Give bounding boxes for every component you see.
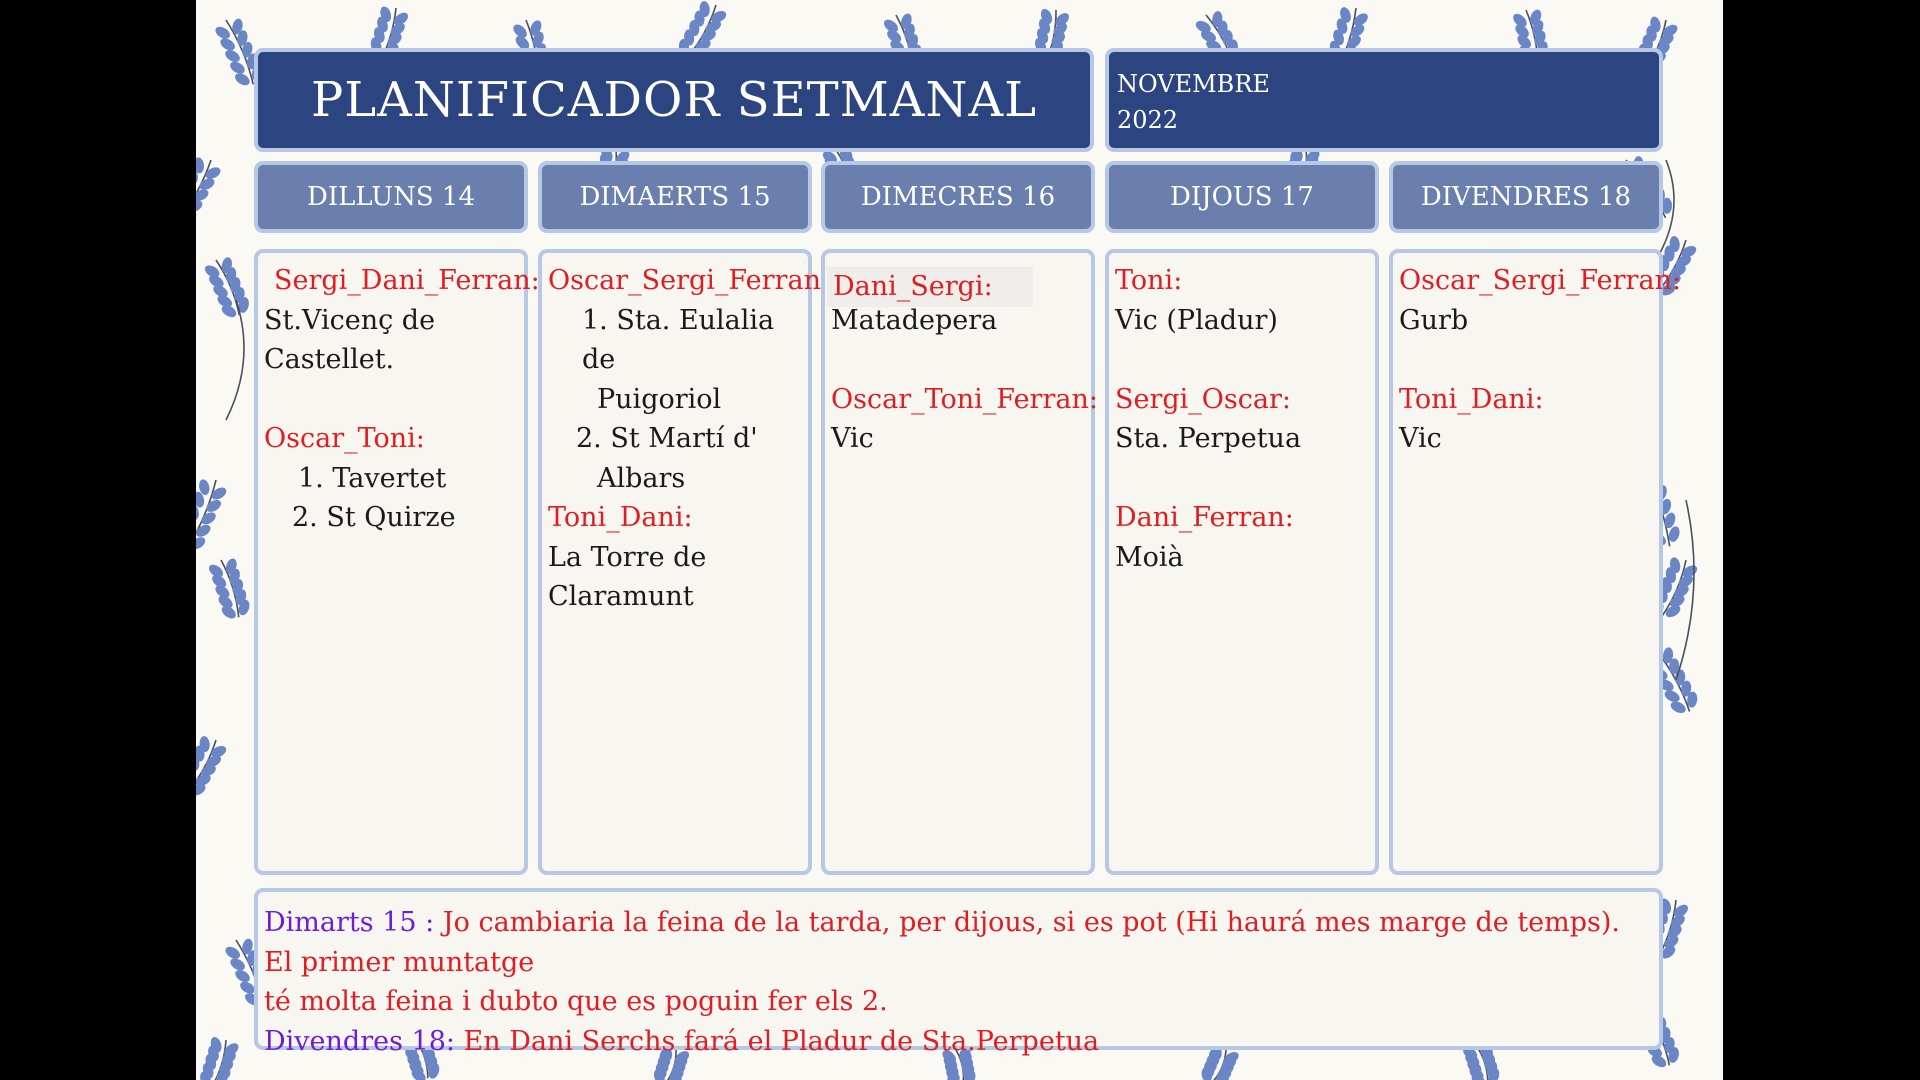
day-header-wednesday: DIMECRES 16 bbox=[821, 161, 1095, 233]
assignee-label: Toni_Dani: bbox=[548, 502, 693, 533]
day-label: DILLUNS 14 bbox=[306, 182, 476, 212]
location-text: St.Vicenç de bbox=[264, 304, 436, 336]
year-label: 2022 bbox=[1117, 106, 1179, 134]
assignee-label: Toni: bbox=[1115, 265, 1183, 296]
day-column-thursday[interactable]: Toni: Vic (Pladur) Sergi_Oscar: Sta. Per… bbox=[1105, 249, 1379, 875]
day-column-wednesday[interactable]: Dani_Sergi: Matadepera Oscar_Toni_Ferran… bbox=[821, 249, 1098, 875]
title-box: PLANIFICADOR SETMANAL bbox=[254, 48, 1094, 152]
month-box: NOVEMBRE 2022 bbox=[1105, 48, 1663, 152]
list-item: 2. St Quirze bbox=[292, 502, 456, 533]
day-header-friday: DIVENDRES 18 bbox=[1389, 161, 1663, 233]
location-text: Castellet. bbox=[264, 344, 395, 375]
day-column-tuesday[interactable]: Oscar_Sergi_Ferran: 1. Sta. Eulalia de P… bbox=[538, 249, 831, 875]
day-column-friday[interactable]: Oscar_Sergi_Ferran: Gurb Toni_Dani: Vic bbox=[1389, 249, 1682, 875]
note-text: té molta feina i dubto que es poguin fer… bbox=[264, 986, 888, 1017]
location-text: Vic bbox=[1399, 423, 1442, 454]
planner-slide: PLANIFICADOR SETMANAL NOVEMBRE 2022 DILL… bbox=[196, 0, 1723, 1080]
note-day-label: Divendres 18: bbox=[264, 1025, 455, 1057]
location-text: Vic bbox=[831, 423, 874, 454]
note-text: En Dani Serchs fará el Pladur de Sta.Per… bbox=[454, 1025, 1100, 1057]
assignee-label: Toni_Dani: bbox=[1399, 383, 1544, 415]
location-text: Gurb bbox=[1399, 304, 1469, 336]
note-line: Divendres 18: En Dani Serchs fará el Pla… bbox=[264, 1022, 1653, 1062]
day-header-monday: DILLUNS 14 bbox=[254, 161, 528, 233]
day-column-monday[interactable]: Sergi_Dani_Ferran: St.Vicenç de Castelle… bbox=[254, 249, 540, 875]
day-header-tuesday: DIMAERTS 15 bbox=[538, 161, 812, 233]
list-item: 2. St Martí d' bbox=[576, 423, 758, 454]
day-label: DIMECRES 16 bbox=[860, 182, 1056, 212]
page-title: PLANIFICADOR SETMANAL bbox=[311, 72, 1037, 128]
location-text: Moià bbox=[1115, 541, 1184, 573]
location-text: Vic (Pladur) bbox=[1115, 304, 1278, 336]
month-label: NOVEMBRE bbox=[1117, 70, 1270, 98]
list-item-continuation: Puigoriol bbox=[597, 383, 722, 415]
note-line: Dimarts 15 : Jo cambiaria la feina de la… bbox=[264, 903, 1653, 982]
day-label: DIVENDRES 18 bbox=[1420, 182, 1632, 212]
note-text: Jo cambiaria la feina de la tarda, per d… bbox=[264, 907, 1621, 978]
note-day-label: Dimarts 15 : bbox=[264, 907, 435, 938]
day-label: DIJOUS 17 bbox=[1170, 182, 1314, 212]
assignee-label: Oscar_Toni: bbox=[264, 423, 425, 454]
day-header-thursday: DIJOUS 17 bbox=[1105, 161, 1379, 233]
notes-box[interactable]: Dimarts 15 : Jo cambiaria la feina de la… bbox=[254, 888, 1663, 1057]
assignee-label: Oscar_Sergi_Ferran: bbox=[548, 265, 831, 296]
location-text: Matadepera bbox=[831, 304, 998, 336]
assignee-label: Dani_Ferran: bbox=[1115, 502, 1294, 533]
assignee-label: Oscar_Toni_Ferran: bbox=[831, 383, 1098, 415]
list-item-continuation: Albars bbox=[597, 462, 686, 494]
location-text: Claramunt bbox=[548, 581, 694, 612]
assignee-label: Sergi_Oscar: bbox=[1115, 383, 1292, 415]
location-text: Sta. Perpetua bbox=[1115, 423, 1302, 454]
location-text: La Torre de bbox=[548, 541, 707, 573]
day-label: DIMAERTS 15 bbox=[579, 182, 771, 212]
assignee-label: Oscar_Sergi_Ferran: bbox=[1399, 265, 1682, 296]
assignee-label: Sergi_Dani_Ferran: bbox=[274, 265, 540, 296]
list-item: 1. Tavertet bbox=[298, 462, 447, 494]
list-item: 1. Sta. Eulalia de bbox=[582, 304, 775, 376]
